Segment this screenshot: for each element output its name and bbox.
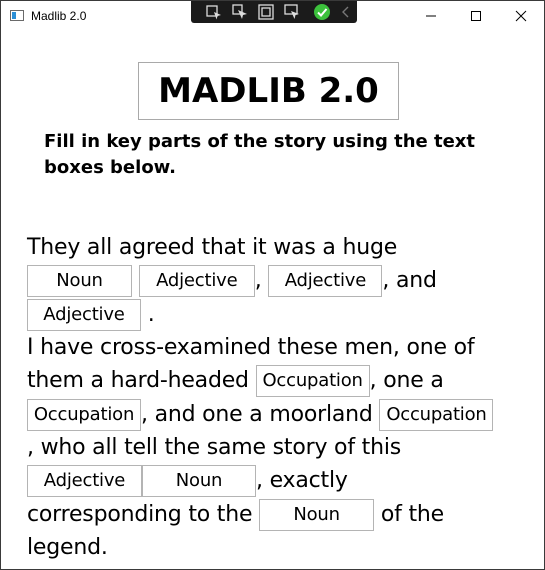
instructions-text: Fill in key parts of the story using the… [44, 131, 476, 178]
story-text: , [254, 268, 269, 293]
minimize-button[interactable] [408, 1, 454, 31]
select-element-icon[interactable] [205, 3, 223, 21]
occupation-input-2[interactable]: Occupation [27, 399, 141, 431]
noun-input-2[interactable]: Noun [142, 465, 256, 497]
close-button[interactable] [498, 1, 544, 31]
minimize-icon [426, 15, 436, 17]
story-text: . [141, 302, 155, 327]
main-window: Madlib 2.0 MADLIB 2.0 Fill in key parts … [0, 0, 545, 570]
adjective-input-1[interactable]: Adjective [138, 265, 255, 297]
madlib-heading: MADLIB 2.0 [138, 62, 399, 120]
maximize-button[interactable] [453, 1, 499, 31]
noun-input-1[interactable]: Noun [27, 265, 132, 297]
story-text: , and [382, 268, 437, 293]
story-text: , who all tell the same story of this [27, 435, 402, 460]
noun-input-3[interactable]: Noun [259, 499, 375, 531]
check-icon[interactable] [313, 3, 331, 21]
story-text: , one a [369, 368, 444, 393]
track-focus-icon[interactable] [283, 3, 301, 21]
window-title: Madlib 2.0 [31, 9, 87, 23]
adjective-input-4[interactable]: Adjective [27, 465, 142, 497]
occupation-input-1[interactable]: Occupation [255, 365, 370, 397]
maximize-icon [471, 11, 481, 21]
story-text: They all agreed that it was a huge [27, 235, 398, 260]
rectangle-icon[interactable] [257, 3, 275, 21]
story-text: , and one a moorland [141, 402, 380, 427]
adjective-input-3[interactable]: Adjective [27, 299, 141, 331]
pointer-icon[interactable] [231, 3, 249, 21]
occupation-input-3[interactable]: Occupation [379, 399, 494, 431]
app-window-icon [10, 10, 24, 21]
close-icon [515, 10, 527, 22]
title-bar[interactable]: Madlib 2.0 [1, 1, 544, 31]
story-paragraph: They all agreed that it was a huge Noun … [27, 232, 497, 564]
chevron-left-icon[interactable] [337, 3, 355, 21]
debug-toolbar [191, 1, 357, 23]
adjective-input-2[interactable]: Adjective [268, 265, 383, 297]
